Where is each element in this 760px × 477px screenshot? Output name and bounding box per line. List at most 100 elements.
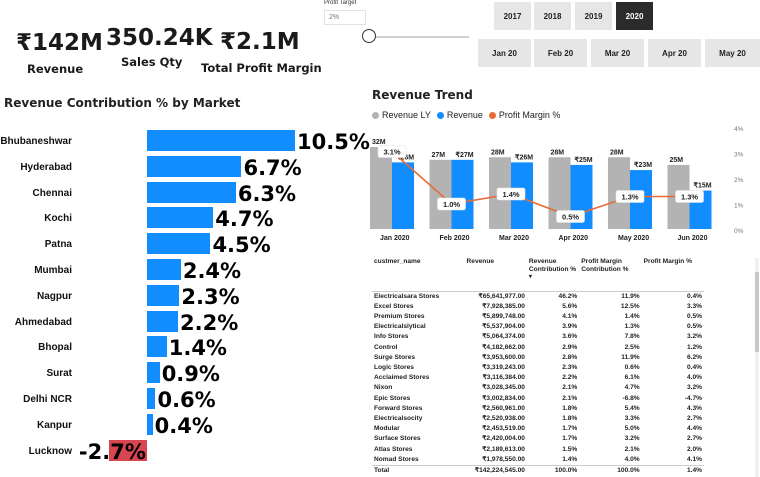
- cell-profit-margin: 3.3%: [686, 302, 702, 310]
- table-total-row: Total ₹142,224,545.00 100.0% 100.0% 1.4%: [372, 464, 704, 477]
- cell-profit-margin: 0.4%: [686, 292, 702, 300]
- table-row: Epic Stores ₹3,002,834.00 2.1% -6.8% -4.7%: [372, 394, 704, 404]
- legend-revenue-swatch: [436, 111, 444, 119]
- cell-profit-margin: 4.3%: [686, 404, 702, 412]
- profit-margin-data-label: 0.5%: [562, 213, 579, 222]
- revenue-data-label: ₹15M: [694, 182, 712, 190]
- month-button-jan[interactable]: Jan 20: [478, 39, 531, 67]
- market-bar[interactable]: [147, 413, 153, 435]
- market-bar[interactable]: [147, 207, 214, 229]
- cell-profit-margin-contribution: 7.8%: [624, 333, 640, 341]
- profit-target-slider-handle[interactable]: [362, 29, 376, 43]
- cell-revenue-contribution: 1.7%: [562, 425, 578, 433]
- cell-revenue: ₹3,028,345.00: [482, 384, 525, 392]
- market-bar[interactable]: [147, 181, 236, 203]
- cell-customer-name: Surface Stores: [374, 435, 421, 443]
- market-label: Patna: [44, 239, 72, 251]
- trend-legend: Revenue LY Revenue Profit Margin %: [372, 110, 560, 120]
- header-revenue-contribution[interactable]: Revenue Contribution % ▾: [526, 258, 580, 292]
- market-bar[interactable]: [147, 388, 156, 409]
- market-label: Hyderabad: [20, 161, 72, 173]
- revenue-ly-data-label: 25M: [670, 157, 684, 164]
- cell-revenue-contribution: 2.9%: [562, 343, 578, 351]
- table-row: Atlas Stores ₹2,189,613.00 1.5% 2.1% 2.0%: [372, 445, 704, 455]
- kpi-sales-qty-value: 350.24K: [106, 25, 213, 51]
- cell-profit-margin-contribution: 6.1%: [624, 374, 640, 382]
- cell-revenue: ₹2,520,938.00: [482, 414, 525, 422]
- profit-target-slider-track[interactable]: [369, 36, 469, 38]
- month-button-apr[interactable]: Apr 20: [648, 39, 701, 67]
- market-label: Chennai: [32, 187, 72, 199]
- cell-revenue: ₹2,420,004.00: [482, 435, 525, 443]
- market-label: Surat: [46, 368, 72, 380]
- cell-customer-name: Electricalsocity: [374, 414, 423, 422]
- cell-customer-name: Nomad Stores: [374, 455, 419, 463]
- month-button-mar[interactable]: Mar 20: [591, 39, 644, 67]
- profit-target-input[interactable]: [324, 10, 366, 25]
- market-value-label: 2.3%: [181, 284, 240, 309]
- cell-revenue: ₹3,116,384.00: [482, 374, 525, 382]
- cell-profit-margin-contribution: 4.7%: [624, 384, 640, 392]
- revenue-data-label: ₹23M: [634, 161, 652, 169]
- table-scroll-thumb[interactable]: [755, 272, 759, 352]
- x-tick-label: May 2020: [618, 235, 649, 242]
- cell-revenue: ₹3,953,600.00: [482, 353, 525, 361]
- year-button-2017[interactable]: 2017: [494, 2, 531, 30]
- revenue-bar: [451, 159, 474, 229]
- profit-margin-data-label: 1.4%: [502, 190, 519, 199]
- profit-margin-data-label: 1.3%: [681, 193, 698, 202]
- market-bar[interactable]: [147, 362, 160, 384]
- kpi-sales-qty-label: Sales Qty: [121, 55, 183, 69]
- year-button-2018[interactable]: 2018: [534, 2, 571, 30]
- month-button-feb[interactable]: Feb 20: [534, 39, 587, 67]
- y2-tick-label: 0%: [734, 228, 744, 235]
- market-bar[interactable]: [147, 310, 179, 332]
- year-button-2019[interactable]: 2019: [575, 2, 612, 30]
- market-label: Kochi: [44, 213, 72, 225]
- table-row: Nixon ₹3,028,345.00 2.1% 4.7% 3.2%: [372, 383, 704, 393]
- market-label: Ahmedabad: [14, 316, 72, 328]
- cell-customer-name: Logic Stores: [374, 363, 414, 371]
- header-profit-margin[interactable]: Profit Margin %: [641, 258, 704, 292]
- y2-tick-label: 4%: [734, 126, 744, 133]
- header-profit-margin-contribution[interactable]: Profit Margin Contribution %: [579, 258, 642, 292]
- revenue-data-label: ₹27M: [456, 151, 474, 159]
- cell-profit-margin: 0.5%: [686, 312, 702, 320]
- cell-customer-name: Electricalsara Stores: [374, 292, 440, 300]
- cell-profit-margin: 2.0%: [686, 445, 702, 453]
- market-value-label: -2.7%: [78, 439, 146, 464]
- cell-profit-margin-contribution: 100.0%: [579, 464, 642, 477]
- cell-revenue-contribution: 1.7%: [562, 435, 578, 443]
- month-button-may[interactable]: May 20: [705, 39, 760, 67]
- cell-revenue-contribution: 4.1%: [562, 312, 578, 320]
- header-revenue[interactable]: Revenue: [464, 258, 527, 292]
- market-bar[interactable]: [147, 130, 296, 151]
- market-value-label: 0.4%: [154, 413, 213, 438]
- market-bar[interactable]: [147, 155, 242, 177]
- revenue-ly-data-label: 28M: [491, 149, 505, 156]
- cell-profit-margin: 2.7%: [686, 414, 702, 422]
- profit-margin-data-label: 1.0%: [443, 200, 460, 209]
- market-bar[interactable]: [147, 336, 167, 358]
- legend-margin-label: Profit Margin %: [498, 110, 561, 120]
- revenue-bar: [392, 162, 414, 229]
- cell-customer-name: Epic Stores: [374, 394, 411, 402]
- cell-profit-margin-contribution: 0.6%: [624, 363, 640, 371]
- legend-revenue-ly-label: Revenue LY: [382, 110, 431, 120]
- year-button-2020[interactable]: 2020: [616, 2, 653, 30]
- table-row: Nomad Stores ₹1,978,550.00 1.4% 4.0% 4.1%: [372, 455, 704, 466]
- market-bar[interactable]: [147, 259, 181, 280]
- cell-revenue-contribution: 2.3%: [562, 363, 578, 371]
- table-row: Surface Stores ₹2,420,004.00 1.7% 3.2% 2.7%: [372, 434, 704, 444]
- kpi-revenue-label: Revenue: [27, 62, 84, 76]
- cell-profit-margin: 2.7%: [686, 435, 702, 443]
- cell-customer-name: Electricalslytical: [374, 323, 426, 331]
- cell-revenue-contribution: 100.0%: [526, 464, 580, 477]
- cell-customer-name: Modular: [374, 425, 400, 433]
- x-tick-label: Mar 2020: [499, 235, 529, 242]
- header-customer-name[interactable]: custmer_name: [372, 258, 465, 292]
- market-bar[interactable]: [147, 284, 180, 306]
- cell-revenue-contribution: 2.8%: [562, 353, 578, 361]
- market-bar[interactable]: [147, 233, 211, 255]
- cell-customer-name: Total: [372, 464, 465, 477]
